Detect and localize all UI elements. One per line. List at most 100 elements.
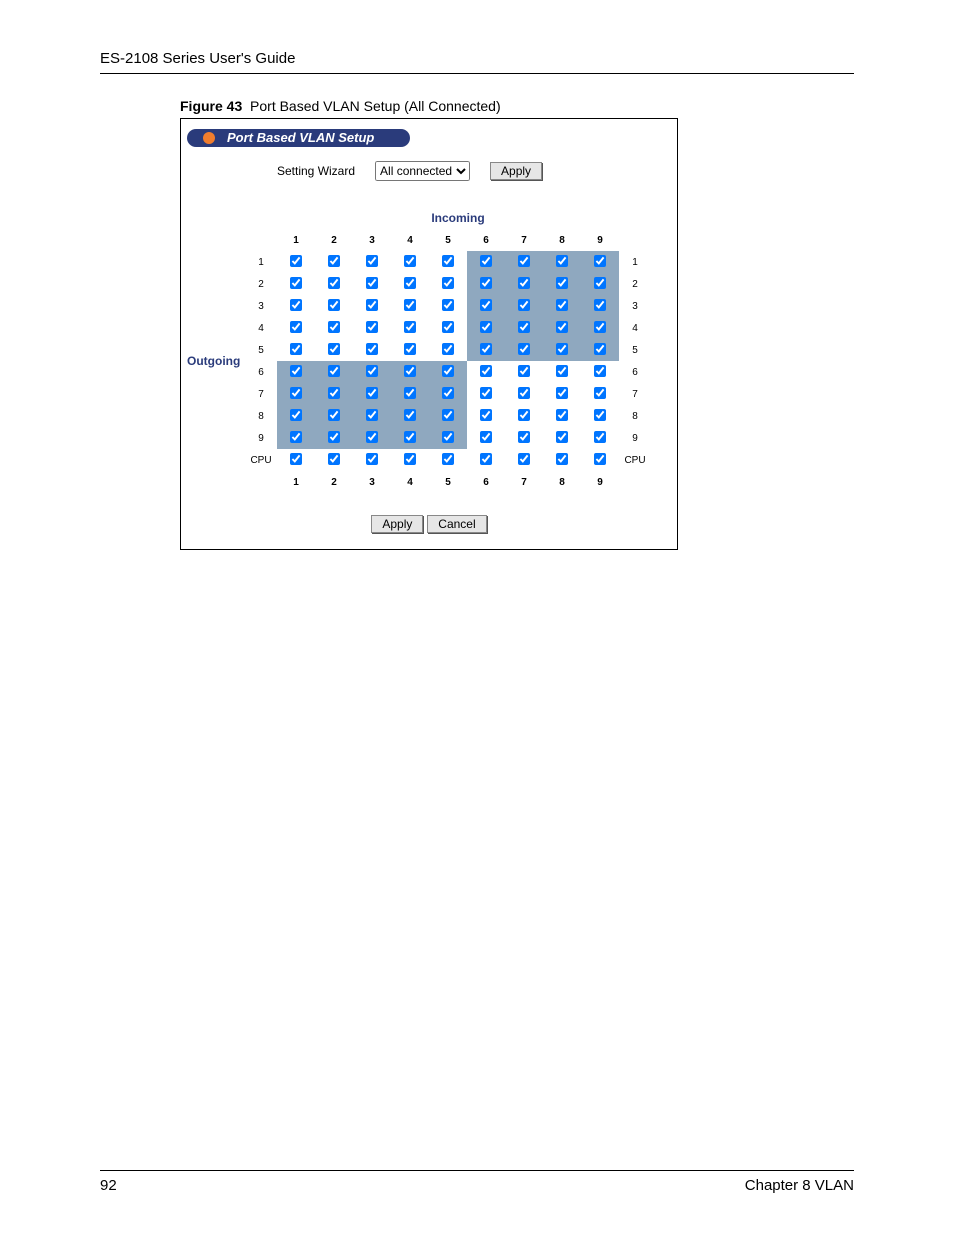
vlan-checkbox[interactable] xyxy=(442,277,454,289)
vlan-checkbox[interactable] xyxy=(480,409,492,421)
vlan-checkbox[interactable] xyxy=(404,365,416,377)
vlan-checkbox[interactable] xyxy=(556,453,568,465)
vlan-checkbox[interactable] xyxy=(480,387,492,399)
vlan-checkbox[interactable] xyxy=(518,365,530,377)
row-label-right: 9 xyxy=(619,427,651,449)
wizard-apply-button[interactable]: Apply xyxy=(490,162,542,180)
vlan-checkbox[interactable] xyxy=(328,321,340,333)
vlan-checkbox[interactable] xyxy=(366,409,378,421)
vlan-checkbox[interactable] xyxy=(594,299,606,311)
vlan-cell xyxy=(277,361,315,383)
vlan-checkbox[interactable] xyxy=(328,431,340,443)
vlan-checkbox[interactable] xyxy=(404,321,416,333)
vlan-checkbox[interactable] xyxy=(442,321,454,333)
vlan-checkbox[interactable] xyxy=(594,365,606,377)
vlan-checkbox[interactable] xyxy=(366,365,378,377)
vlan-checkbox[interactable] xyxy=(480,277,492,289)
vlan-checkbox[interactable] xyxy=(404,453,416,465)
cancel-button[interactable]: Cancel xyxy=(427,515,486,533)
vlan-checkbox[interactable] xyxy=(328,277,340,289)
vlan-checkbox[interactable] xyxy=(556,387,568,399)
vlan-checkbox[interactable] xyxy=(518,255,530,267)
vlan-checkbox[interactable] xyxy=(290,409,302,421)
vlan-checkbox[interactable] xyxy=(442,299,454,311)
vlan-checkbox[interactable] xyxy=(404,277,416,289)
vlan-checkbox[interactable] xyxy=(556,431,568,443)
vlan-checkbox[interactable] xyxy=(556,343,568,355)
col-footer: 1 xyxy=(277,471,315,493)
vlan-checkbox[interactable] xyxy=(518,277,530,289)
vlan-checkbox[interactable] xyxy=(328,255,340,267)
vlan-checkbox[interactable] xyxy=(480,343,492,355)
vlan-checkbox[interactable] xyxy=(404,431,416,443)
vlan-checkbox[interactable] xyxy=(404,299,416,311)
vlan-checkbox[interactable] xyxy=(366,255,378,267)
vlan-checkbox[interactable] xyxy=(404,255,416,267)
vlan-checkbox[interactable] xyxy=(290,387,302,399)
vlan-checkbox[interactable] xyxy=(518,409,530,421)
wizard-select[interactable]: All connected xyxy=(375,161,470,181)
vlan-cell xyxy=(353,405,391,427)
vlan-checkbox[interactable] xyxy=(366,387,378,399)
vlan-checkbox[interactable] xyxy=(328,365,340,377)
vlan-checkbox[interactable] xyxy=(404,409,416,421)
vlan-checkbox[interactable] xyxy=(594,255,606,267)
vlan-checkbox[interactable] xyxy=(594,453,606,465)
vlan-checkbox[interactable] xyxy=(290,431,302,443)
table-row: 88 xyxy=(245,405,651,427)
vlan-checkbox[interactable] xyxy=(442,255,454,267)
vlan-checkbox[interactable] xyxy=(290,453,302,465)
vlan-checkbox[interactable] xyxy=(442,365,454,377)
vlan-checkbox[interactable] xyxy=(556,365,568,377)
vlan-checkbox[interactable] xyxy=(594,431,606,443)
vlan-checkbox[interactable] xyxy=(518,431,530,443)
vlan-checkbox[interactable] xyxy=(556,409,568,421)
vlan-checkbox[interactable] xyxy=(290,321,302,333)
vlan-checkbox[interactable] xyxy=(480,299,492,311)
vlan-checkbox[interactable] xyxy=(594,321,606,333)
vlan-checkbox[interactable] xyxy=(328,409,340,421)
vlan-checkbox[interactable] xyxy=(556,277,568,289)
vlan-checkbox[interactable] xyxy=(442,431,454,443)
vlan-checkbox[interactable] xyxy=(556,255,568,267)
vlan-checkbox[interactable] xyxy=(518,321,530,333)
vlan-checkbox[interactable] xyxy=(480,321,492,333)
vlan-checkbox[interactable] xyxy=(328,387,340,399)
vlan-checkbox[interactable] xyxy=(290,299,302,311)
vlan-checkbox[interactable] xyxy=(442,387,454,399)
vlan-checkbox[interactable] xyxy=(556,299,568,311)
vlan-checkbox[interactable] xyxy=(290,277,302,289)
vlan-checkbox[interactable] xyxy=(366,299,378,311)
vlan-checkbox[interactable] xyxy=(328,299,340,311)
vlan-checkbox[interactable] xyxy=(290,343,302,355)
vlan-checkbox[interactable] xyxy=(290,255,302,267)
vlan-checkbox[interactable] xyxy=(594,343,606,355)
vlan-checkbox[interactable] xyxy=(480,431,492,443)
vlan-checkbox[interactable] xyxy=(518,387,530,399)
vlan-checkbox[interactable] xyxy=(442,409,454,421)
vlan-checkbox[interactable] xyxy=(366,343,378,355)
vlan-checkbox[interactable] xyxy=(366,431,378,443)
vlan-checkbox[interactable] xyxy=(480,365,492,377)
vlan-checkbox[interactable] xyxy=(366,453,378,465)
vlan-checkbox[interactable] xyxy=(518,299,530,311)
vlan-checkbox[interactable] xyxy=(594,277,606,289)
vlan-checkbox[interactable] xyxy=(480,453,492,465)
vlan-checkbox[interactable] xyxy=(594,387,606,399)
row-label: 2 xyxy=(245,273,277,295)
vlan-checkbox[interactable] xyxy=(518,453,530,465)
vlan-checkbox[interactable] xyxy=(404,387,416,399)
vlan-checkbox[interactable] xyxy=(366,321,378,333)
vlan-checkbox[interactable] xyxy=(518,343,530,355)
vlan-checkbox[interactable] xyxy=(480,255,492,267)
vlan-checkbox[interactable] xyxy=(594,409,606,421)
vlan-checkbox[interactable] xyxy=(290,365,302,377)
vlan-checkbox[interactable] xyxy=(442,343,454,355)
vlan-checkbox[interactable] xyxy=(328,453,340,465)
vlan-checkbox[interactable] xyxy=(366,277,378,289)
vlan-checkbox[interactable] xyxy=(328,343,340,355)
vlan-checkbox[interactable] xyxy=(556,321,568,333)
vlan-checkbox[interactable] xyxy=(442,453,454,465)
apply-button[interactable]: Apply xyxy=(371,515,423,533)
vlan-checkbox[interactable] xyxy=(404,343,416,355)
